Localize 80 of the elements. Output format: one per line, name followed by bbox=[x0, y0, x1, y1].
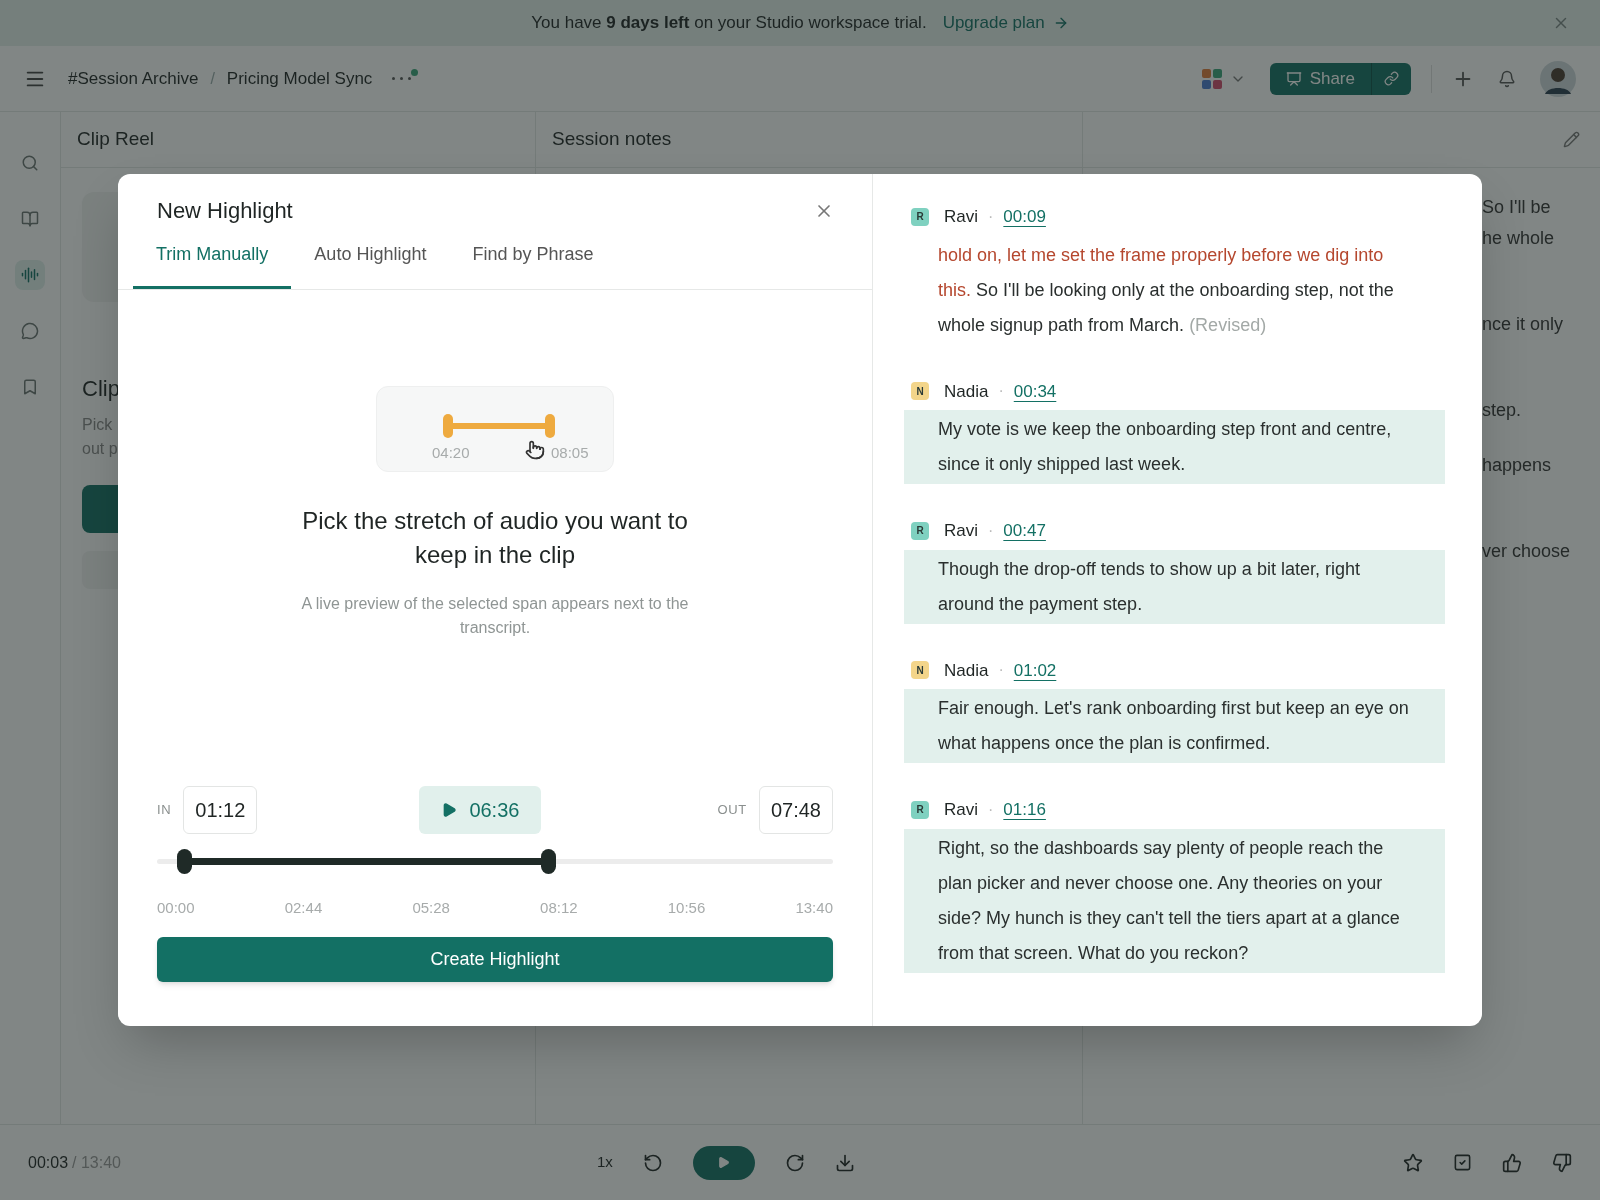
speaker-name: Ravi bbox=[944, 799, 978, 821]
forward-icon[interactable] bbox=[784, 1152, 805, 1173]
speaker-name: Nadia bbox=[944, 380, 989, 403]
notes-text: So I'll be bbox=[1482, 196, 1552, 219]
rewind-icon[interactable] bbox=[642, 1152, 663, 1173]
speaker-name: Nadia bbox=[944, 659, 989, 682]
preview-end-time: 08:05 bbox=[551, 443, 589, 463]
range-slider-handle[interactable] bbox=[540, 848, 556, 874]
play-button[interactable] bbox=[692, 1145, 755, 1180]
notes-text: nce it only bbox=[1482, 313, 1565, 336]
time-tick: 00:00 bbox=[157, 897, 195, 918]
notes-text: step. bbox=[1482, 399, 1523, 422]
transcript-text: Though the drop-off tends to show up a bit later, right around the payment step. bbox=[904, 549, 1445, 624]
timestamp-link[interactable]: 01:16 bbox=[1003, 797, 1046, 823]
instruction-text: A live preview of the selected span appears next to the transcript. bbox=[300, 594, 690, 638]
transcript-text: hold on, let me set the frame properly before we dig into this. So I'll be looking only at the onboarding step, not the whole signup path from March. (Revised) bbox=[937, 243, 1395, 337]
timestamp-link[interactable]: 00:34 bbox=[1013, 378, 1057, 404]
timestamp-link[interactable]: 00:47 bbox=[1003, 518, 1046, 544]
avatar[interactable] bbox=[1540, 60, 1576, 97]
time-tick: 10:56 bbox=[667, 897, 706, 918]
speaker-badge: N bbox=[911, 661, 929, 680]
pointer-icon bbox=[525, 440, 545, 460]
breadcrumb-item[interactable]: #Session Archive bbox=[68, 65, 199, 92]
speaker-name: Ravi bbox=[944, 520, 978, 542]
section-title: Clip bbox=[82, 375, 120, 403]
create-highlight-button[interactable]: Create Highlight bbox=[157, 937, 833, 982]
notification-icon[interactable] bbox=[1498, 69, 1516, 88]
transcript-text: My vote is we keep the onboarding step front and centre, since it only shipped last week. bbox=[904, 410, 1445, 484]
notes-text: ver choose bbox=[1482, 540, 1572, 563]
screen-icon bbox=[1285, 70, 1302, 87]
timestamp-link[interactable]: 00:09 bbox=[1003, 204, 1046, 230]
breadcrumb-item[interactable]: Pricing Model Sync bbox=[226, 65, 373, 92]
edit-icon[interactable] bbox=[1563, 131, 1580, 148]
separator-dot: · bbox=[998, 381, 1004, 402]
time-tick: 05:28 bbox=[412, 897, 450, 918]
thumbs-up-icon[interactable] bbox=[1502, 1152, 1522, 1173]
speaker-name: Ravi bbox=[944, 206, 978, 228]
separator-dot: · bbox=[988, 206, 994, 227]
range-slider-handle[interactable] bbox=[177, 848, 193, 874]
column-title: Session notes bbox=[552, 127, 672, 152]
column-title: Clip Reel bbox=[77, 127, 155, 152]
dialog-title: New Highlight bbox=[157, 197, 293, 225]
speed-button[interactable]: 1x bbox=[597, 1151, 613, 1174]
notes-text: he whole bbox=[1482, 227, 1556, 250]
link-icon bbox=[1384, 71, 1399, 86]
preview-start-time: 04:20 bbox=[432, 443, 470, 463]
separator-dot: · bbox=[998, 660, 1004, 681]
current-time: 00:03 bbox=[28, 1152, 69, 1173]
out-time-field[interactable]: 07:48 bbox=[758, 785, 833, 834]
dialog-tab[interactable]: Auto Highlight bbox=[291, 241, 450, 289]
transcript-text: Right, so the dashboards say plenty of people reach the plan picker and never choose one. Any theories on your side? My hunch is they can't tell the tiers apart at a glance from that screen. What do you reckon? bbox=[904, 828, 1445, 973]
apps-grid-icon bbox=[1201, 68, 1222, 89]
time-tick: 02:44 bbox=[284, 897, 323, 918]
out-label: OUT bbox=[717, 800, 747, 819]
transcript-text: Fair enough. Let's rank onboarding first but keep an eye on what happens once the plan is confirmed. bbox=[904, 689, 1445, 763]
timestamp-link[interactable]: 01:02 bbox=[1013, 657, 1057, 683]
audio-icon[interactable] bbox=[15, 260, 45, 290]
play-icon bbox=[717, 1156, 731, 1169]
download-icon[interactable] bbox=[834, 1152, 855, 1173]
preview-play-button[interactable]: 06:36 bbox=[419, 785, 542, 834]
play-icon bbox=[441, 801, 458, 818]
trial-message: You have 9 days left on your Studio workspace trial. bbox=[531, 12, 927, 35]
notes-text: happens bbox=[1482, 454, 1553, 477]
separator-dot: · bbox=[988, 520, 994, 541]
breadcrumb-separator: / bbox=[210, 68, 215, 89]
time-tick: 13:40 bbox=[795, 897, 833, 918]
dialog-tab[interactable]: Find by Phrase bbox=[449, 241, 617, 289]
in-label: IN bbox=[157, 800, 172, 819]
checkbox-icon[interactable] bbox=[1453, 1153, 1472, 1172]
instruction-heading: Pick the stretch of audio you want to keep in the clip bbox=[301, 506, 689, 570]
star-icon[interactable] bbox=[1403, 1152, 1423, 1173]
separator-dot: · bbox=[988, 799, 994, 820]
speaker-badge: R bbox=[911, 800, 929, 819]
speaker-badge: N bbox=[911, 382, 929, 401]
in-time-field[interactable]: 01:12 bbox=[183, 785, 258, 834]
thumbs-down-icon[interactable] bbox=[1552, 1152, 1572, 1173]
time-tick: 08:12 bbox=[540, 897, 578, 918]
speaker-badge: R bbox=[911, 521, 929, 540]
speaker-badge: R bbox=[911, 207, 929, 226]
dialog-tab[interactable]: Trim Manually bbox=[133, 241, 292, 289]
